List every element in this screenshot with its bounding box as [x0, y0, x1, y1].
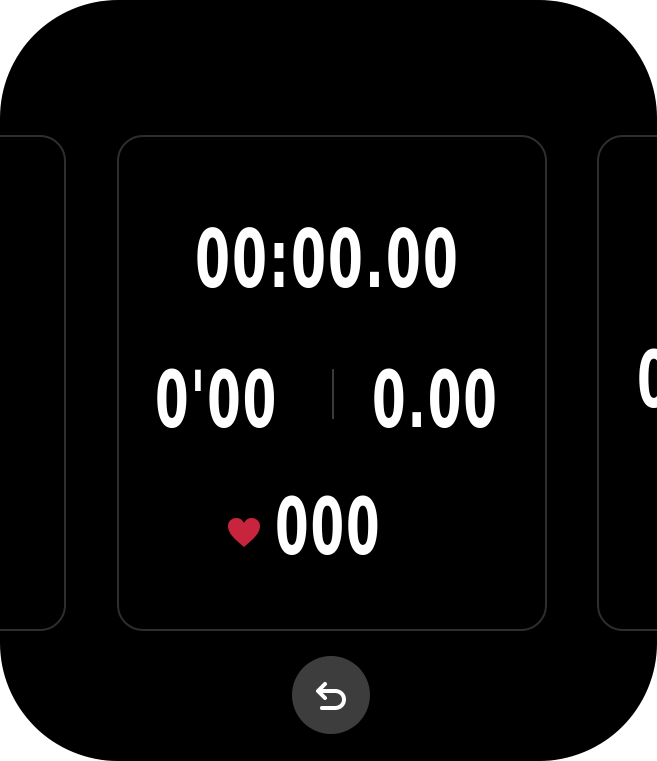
pace-value: 0'00	[155, 356, 279, 446]
next-card[interactable]: 0	[597, 135, 657, 631]
workout-metrics-card: 00:00.00 0'00 0.00 000	[117, 135, 547, 631]
back-arrow-icon	[316, 682, 346, 710]
metric-divider	[332, 369, 334, 419]
elapsed-time: 00:00.00	[195, 213, 460, 306]
next-card-value: 0	[637, 342, 657, 420]
previous-card[interactable]: 0	[0, 135, 66, 631]
heart-icon	[228, 518, 260, 547]
distance-value: 0.00	[372, 356, 499, 446]
back-button[interactable]	[292, 656, 370, 734]
heart-rate-value: 000	[275, 483, 382, 573]
watch-screen: 0 00:00.00 0'00 0.00 000 0	[0, 0, 657, 761]
